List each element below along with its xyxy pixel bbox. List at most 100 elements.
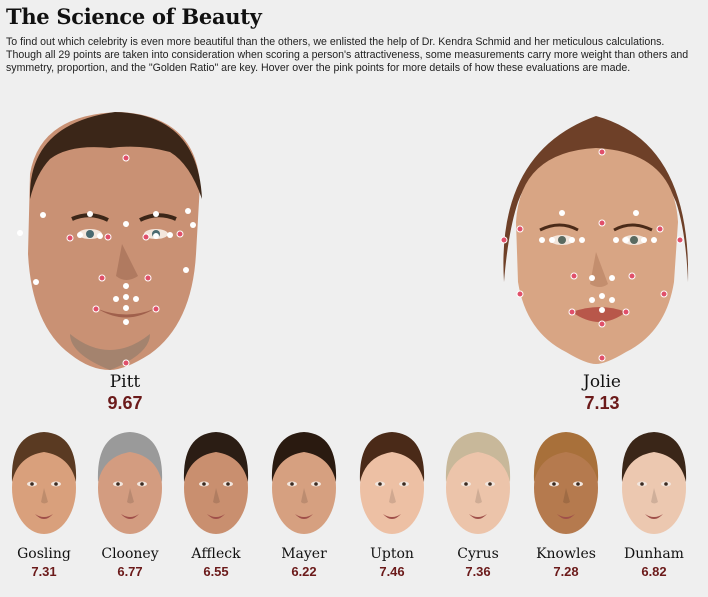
celebrity-name: Upton xyxy=(370,546,414,562)
celebrity-name: Mayer xyxy=(281,546,327,562)
measurement-point[interactable] xyxy=(568,308,576,316)
measurement-point xyxy=(589,297,595,303)
measurement-point xyxy=(185,208,191,214)
celebrity-score: 7.46 xyxy=(379,564,405,579)
measurement-point xyxy=(123,221,129,227)
measurement-point xyxy=(153,211,159,217)
measurement-point[interactable] xyxy=(622,308,630,316)
celebrity-name: Cyrus xyxy=(457,546,499,562)
measurement-point[interactable] xyxy=(656,225,664,233)
measurement-point xyxy=(133,296,139,302)
face-portrait-icon xyxy=(183,432,249,534)
celebrity-name: Dunham xyxy=(624,546,684,562)
measurement-point xyxy=(40,212,46,218)
measurement-point xyxy=(651,237,657,243)
measurement-point[interactable] xyxy=(122,154,130,162)
measurement-point xyxy=(641,237,647,243)
male-face-portrait xyxy=(17,112,203,370)
face-portrait-icon xyxy=(359,432,425,534)
measurement-point[interactable] xyxy=(500,236,508,244)
celebrity-score: 7.36 xyxy=(465,564,491,579)
measurement-point xyxy=(609,297,615,303)
measurement-point[interactable] xyxy=(104,233,112,241)
celebrity-name: Knowles xyxy=(536,546,596,562)
celebrity-name: Affleck xyxy=(191,546,241,562)
measurement-point xyxy=(113,296,119,302)
celebrity-thumbnail[interactable] xyxy=(524,426,608,538)
measurement-point xyxy=(599,307,605,313)
measurement-point xyxy=(87,211,93,217)
featured-face-jolie xyxy=(496,112,696,372)
measurement-point xyxy=(33,279,39,285)
celebrity-score: 7.28 xyxy=(553,564,579,579)
measurement-point xyxy=(569,237,575,243)
celebrity-score: 6.22 xyxy=(291,564,317,579)
measurement-point xyxy=(559,210,565,216)
face-portrait-icon xyxy=(621,432,687,534)
celebrity-score: 6.82 xyxy=(641,564,667,579)
measurement-point xyxy=(589,275,595,281)
celebrity-name: Clooney xyxy=(101,546,159,562)
measurement-point xyxy=(77,232,83,238)
celebrity-thumbnail[interactable] xyxy=(436,426,520,538)
measurement-point xyxy=(97,233,103,239)
celebrity-score: 6.77 xyxy=(117,564,143,579)
measurement-point xyxy=(190,222,196,228)
featured-face-pitt xyxy=(10,104,210,374)
measurement-point xyxy=(613,237,619,243)
measurement-point xyxy=(549,237,555,243)
page-title: The Science of Beauty xyxy=(6,4,262,29)
celebrity-thumbnail[interactable] xyxy=(350,426,434,538)
measurement-point xyxy=(167,232,173,238)
measurement-point xyxy=(183,267,189,273)
measurement-point[interactable] xyxy=(142,233,150,241)
measurement-point xyxy=(123,305,129,311)
measurement-point xyxy=(599,293,605,299)
measurement-point xyxy=(123,319,129,325)
celebrity-thumbnail[interactable] xyxy=(88,426,172,538)
measurement-point[interactable] xyxy=(66,234,74,242)
measurement-point[interactable] xyxy=(598,219,606,227)
measurement-point xyxy=(539,237,545,243)
measurement-point[interactable] xyxy=(628,272,636,280)
face-portrait-icon xyxy=(533,432,599,534)
measurement-point[interactable] xyxy=(598,320,606,328)
face-portrait-icon xyxy=(271,432,337,534)
celebrity-thumbnail[interactable] xyxy=(262,426,346,538)
featured-score: 9.67 xyxy=(107,393,143,413)
measurement-point[interactable] xyxy=(598,148,606,156)
measurement-point xyxy=(623,237,629,243)
celebrity-score: 6.55 xyxy=(203,564,229,579)
celebrity-name: Gosling xyxy=(17,546,71,562)
measurement-point[interactable] xyxy=(122,359,130,367)
face-portrait-icon xyxy=(445,432,511,534)
measurement-point[interactable] xyxy=(570,272,578,280)
measurement-point[interactable] xyxy=(152,305,160,313)
measurement-point[interactable] xyxy=(676,236,684,244)
celebrity-thumbnail[interactable] xyxy=(612,426,696,538)
measurement-point xyxy=(633,210,639,216)
measurement-point[interactable] xyxy=(516,290,524,298)
measurement-point xyxy=(123,294,129,300)
measurement-point[interactable] xyxy=(598,354,606,362)
featured-name: Jolie xyxy=(583,372,621,392)
measurement-point[interactable] xyxy=(516,225,524,233)
measurement-point xyxy=(153,233,159,239)
face-portrait-icon xyxy=(11,432,77,534)
measurement-point[interactable] xyxy=(98,274,106,282)
measurement-point xyxy=(17,230,23,236)
female-face-portrait xyxy=(500,116,689,364)
measurement-point[interactable] xyxy=(660,290,668,298)
measurement-point xyxy=(609,275,615,281)
celebrity-score: 7.31 xyxy=(31,564,57,579)
measurement-point xyxy=(579,237,585,243)
featured-score: 7.13 xyxy=(584,393,620,413)
measurement-point xyxy=(123,283,129,289)
measurement-point[interactable] xyxy=(176,230,184,238)
measurement-point[interactable] xyxy=(144,274,152,282)
celebrity-thumbnail[interactable] xyxy=(2,426,86,538)
measurement-point[interactable] xyxy=(92,305,100,313)
face-portrait-icon xyxy=(97,432,163,534)
celebrity-thumbnail[interactable] xyxy=(174,426,258,538)
featured-name: Pitt xyxy=(109,372,141,392)
